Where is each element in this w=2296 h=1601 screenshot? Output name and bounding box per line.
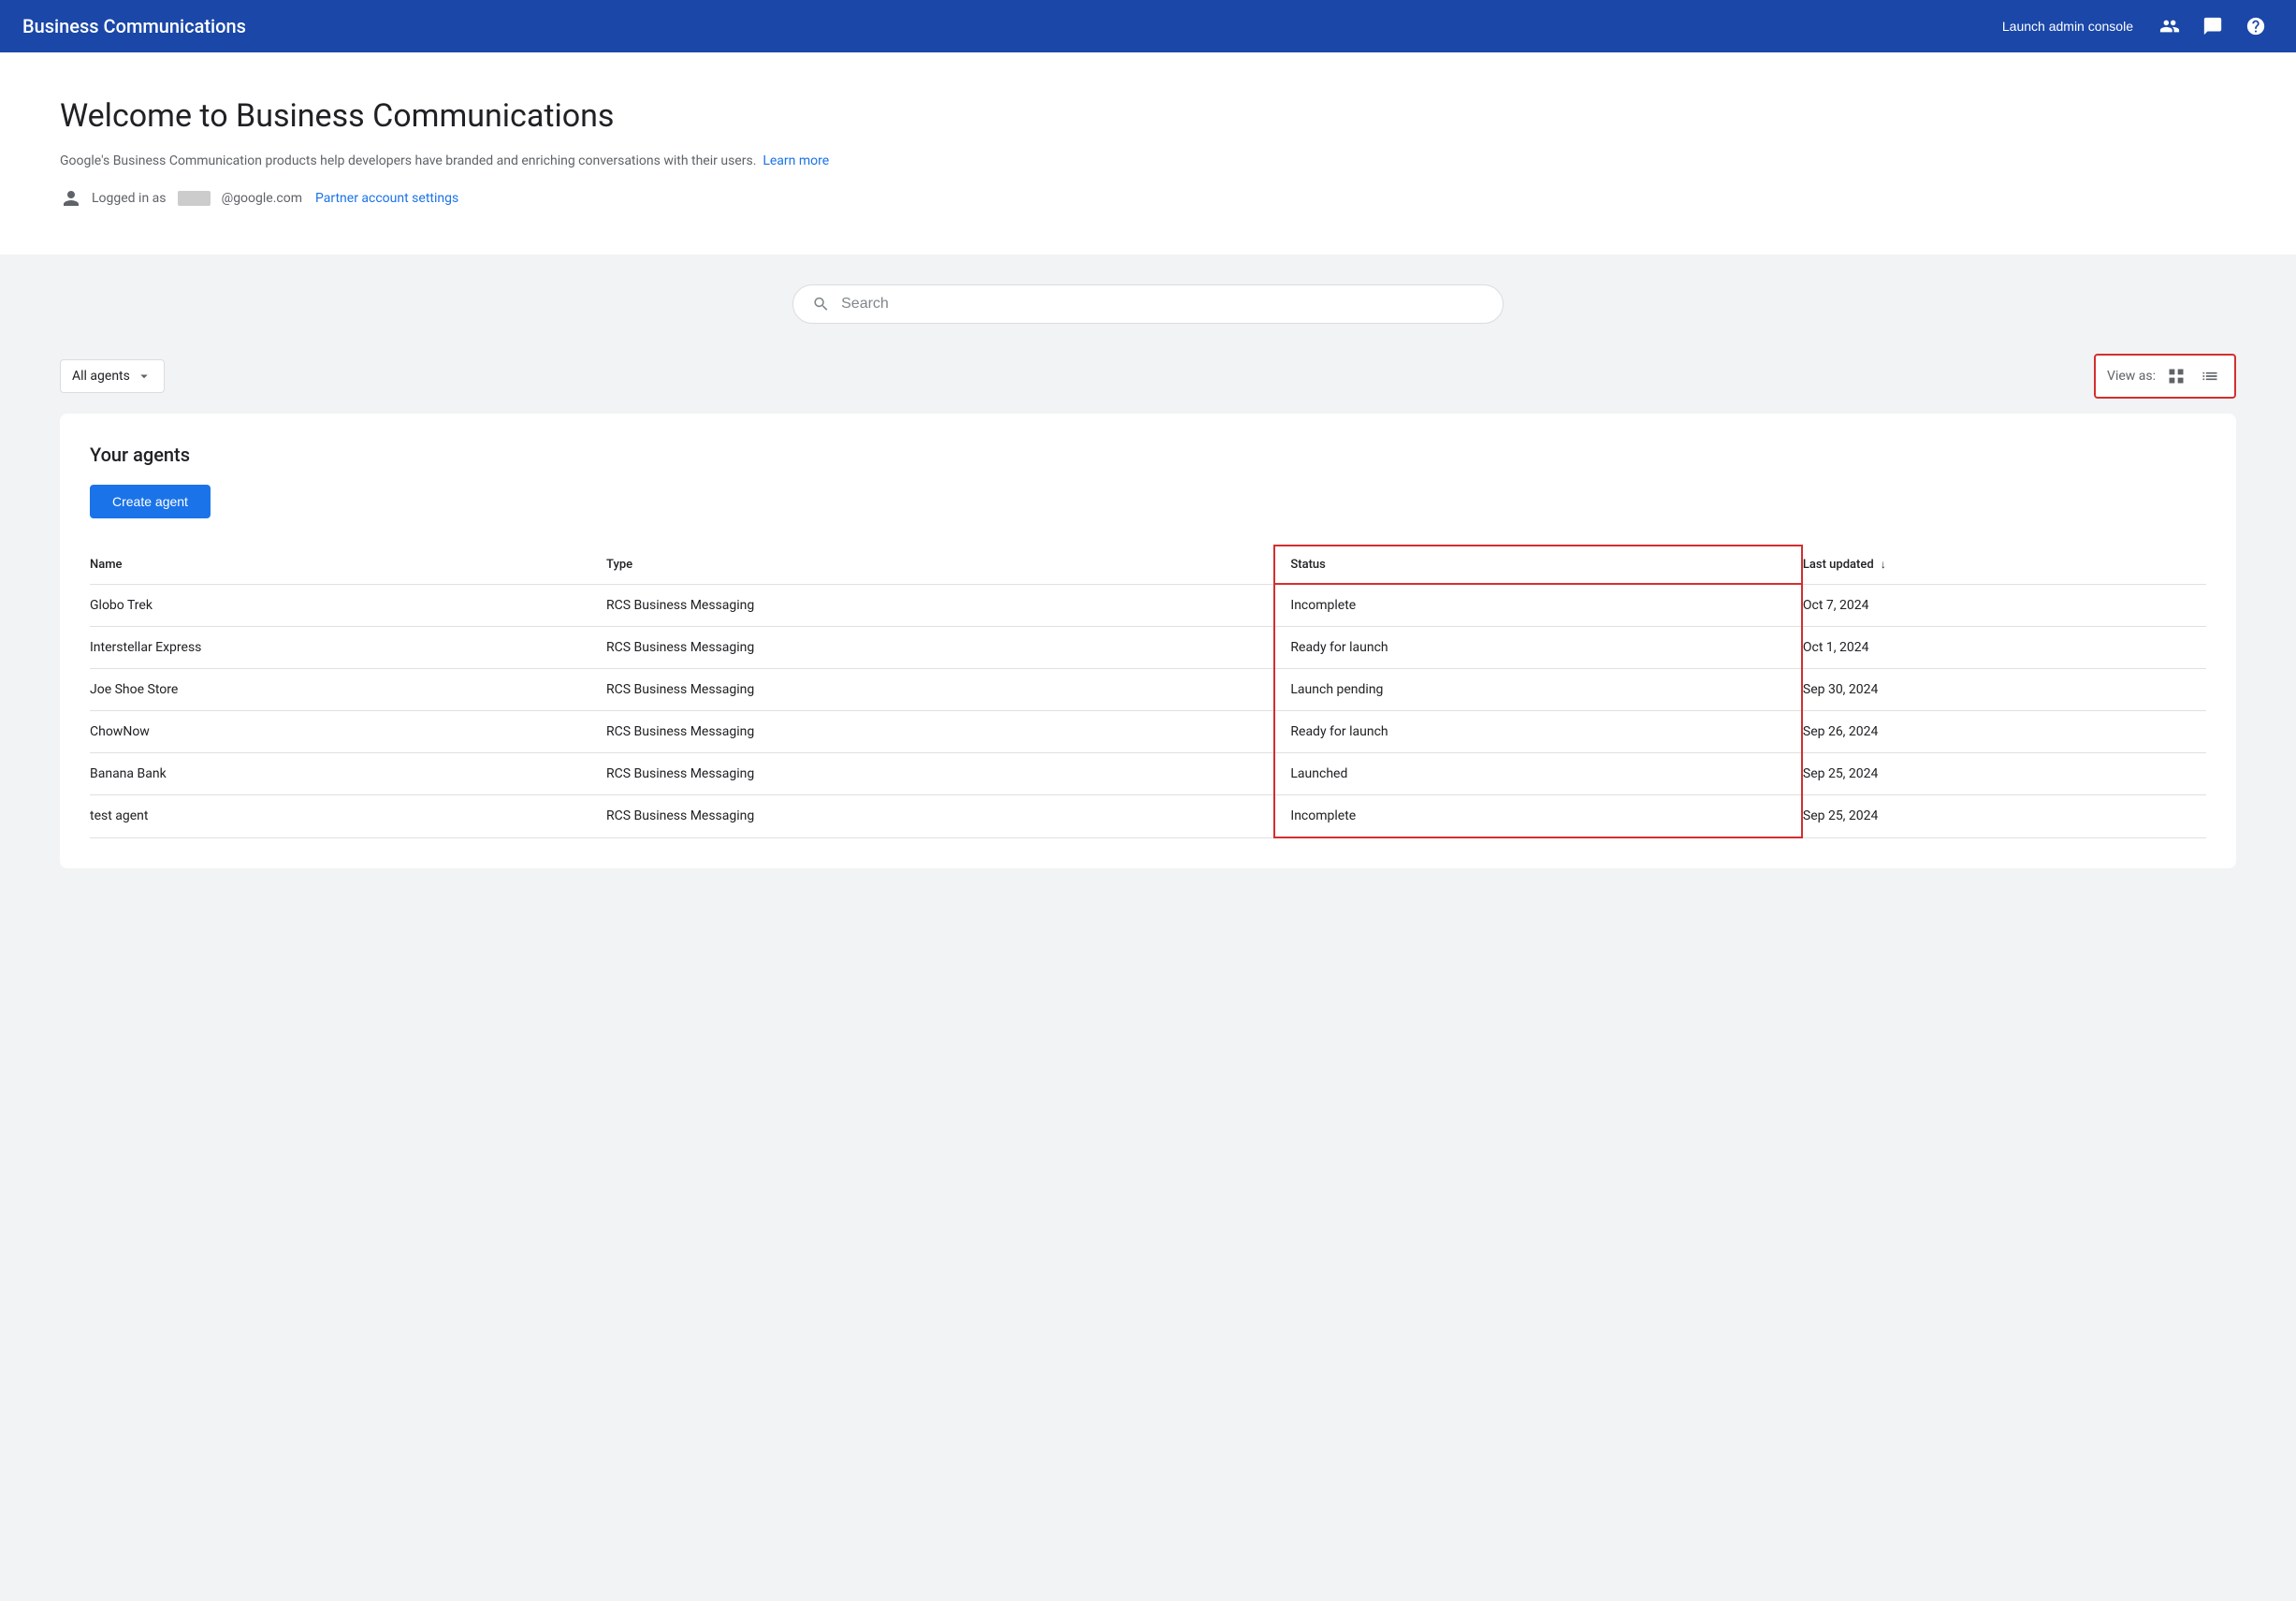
help-icon: [2245, 16, 2266, 36]
main-content: Welcome to Business Communications Googl…: [0, 52, 2296, 898]
agent-name: test agent: [90, 795, 606, 838]
email-domain: @google.com: [222, 191, 302, 206]
agent-status: Ready for launch: [1274, 627, 1801, 669]
header-actions: Launch admin console: [1991, 8, 2274, 44]
view-as-container: View as:: [2094, 354, 2236, 399]
agent-type: RCS Business Messaging: [606, 627, 1274, 669]
col-last-updated: Last updated ↓: [1802, 546, 2206, 584]
app-title: Business Communications: [22, 15, 246, 37]
logged-in-row: Logged in as user @google.com Partner ac…: [60, 187, 2236, 210]
create-agent-button[interactable]: Create agent: [90, 485, 211, 518]
table-row[interactable]: Joe Shoe StoreRCS Business MessagingLaun…: [90, 669, 2206, 711]
agent-last-updated: Oct 7, 2024: [1802, 584, 2206, 627]
welcome-section: Welcome to Business Communications Googl…: [0, 52, 2296, 255]
agent-status: Launch pending: [1274, 669, 1801, 711]
agent-last-updated: Sep 30, 2024: [1802, 669, 2206, 711]
table-row[interactable]: ChowNowRCS Business MessagingReady for l…: [90, 711, 2206, 753]
table-row[interactable]: Interstellar ExpressRCS Business Messagi…: [90, 627, 2206, 669]
agent-type: RCS Business Messaging: [606, 753, 1274, 795]
welcome-description: Google's Business Communication products…: [60, 153, 2236, 168]
agents-card: Your agents Create agent Name Type Statu…: [60, 414, 2236, 868]
app-header: Business Communications Launch admin con…: [0, 0, 2296, 52]
user-email-blurred: user: [178, 191, 211, 206]
agent-status: Incomplete: [1274, 795, 1801, 838]
chevron-down-icon: [136, 368, 153, 385]
agent-last-updated: Sep 25, 2024: [1802, 753, 2206, 795]
agent-type: RCS Business Messaging: [606, 795, 1274, 838]
agent-status: Ready for launch: [1274, 711, 1801, 753]
table-header-row: Name Type Status Last updated ↓: [90, 546, 2206, 584]
search-container: [60, 284, 2236, 324]
filter-row: All agents View as:: [60, 354, 2236, 399]
launch-admin-console-button[interactable]: Launch admin console: [1991, 11, 2144, 41]
agent-last-updated: Sep 25, 2024: [1802, 795, 2206, 838]
agent-status: Incomplete: [1274, 584, 1801, 627]
logged-in-label: Logged in as: [92, 191, 167, 206]
learn-more-link[interactable]: Learn more: [763, 153, 829, 168]
agent-name: Interstellar Express: [90, 627, 606, 669]
table-row[interactable]: Banana BankRCS Business MessagingLaunche…: [90, 753, 2206, 795]
agent-name: Joe Shoe Store: [90, 669, 606, 711]
view-as-label: View as:: [2107, 369, 2156, 384]
account-icon: [60, 187, 82, 210]
agent-last-updated: Oct 1, 2024: [1802, 627, 2206, 669]
chat-icon-button[interactable]: [2195, 8, 2231, 44]
search-input[interactable]: [841, 296, 1484, 313]
list-icon: [2201, 367, 2219, 386]
chat-icon: [2202, 16, 2223, 36]
agent-name: Banana Bank: [90, 753, 606, 795]
agents-title: Your agents: [90, 444, 2206, 466]
agent-name: Globo Trek: [90, 584, 606, 627]
col-type: Type: [606, 546, 1274, 584]
agents-table: Name Type Status Last updated ↓ Globo Tr…: [90, 545, 2206, 838]
partner-account-settings-link[interactable]: Partner account settings: [315, 191, 458, 206]
grid-icon: [2167, 367, 2186, 386]
agent-type: RCS Business Messaging: [606, 669, 1274, 711]
all-agents-dropdown[interactable]: All agents: [60, 359, 165, 393]
agent-last-updated: Sep 26, 2024: [1802, 711, 2206, 753]
table-row[interactable]: Globo TrekRCS Business MessagingIncomple…: [90, 584, 2206, 627]
table-row[interactable]: test agentRCS Business MessagingIncomple…: [90, 795, 2206, 838]
agent-type: RCS Business Messaging: [606, 584, 1274, 627]
grid-view-button[interactable]: [2163, 363, 2189, 389]
agent-name: ChowNow: [90, 711, 606, 753]
sort-icon: ↓: [1881, 558, 1886, 571]
agent-status: Launched: [1274, 753, 1801, 795]
col-name: Name: [90, 546, 606, 584]
filter-label: All agents: [72, 369, 130, 384]
search-bar: [792, 284, 1504, 324]
people-icon-button[interactable]: [2152, 8, 2187, 44]
welcome-title: Welcome to Business Communications: [60, 97, 2236, 135]
col-status: Status: [1274, 546, 1801, 584]
list-view-button[interactable]: [2197, 363, 2223, 389]
search-icon: [812, 295, 830, 313]
help-icon-button[interactable]: [2238, 8, 2274, 44]
gray-section: All agents View as:: [0, 255, 2296, 898]
people-icon: [2159, 16, 2180, 36]
welcome-desc-text: Google's Business Communication products…: [60, 153, 756, 168]
agent-type: RCS Business Messaging: [606, 711, 1274, 753]
